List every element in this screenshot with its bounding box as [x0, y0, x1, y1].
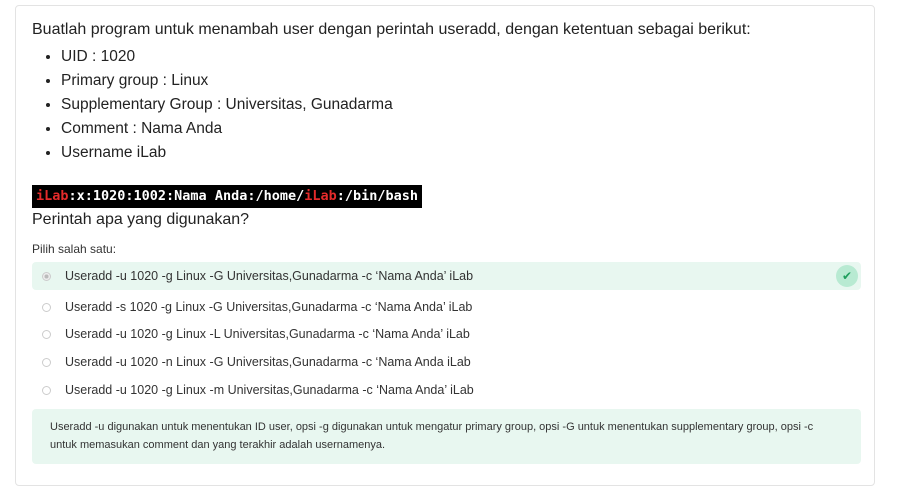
choice-option-2[interactable]: Useradd -s 1020 -g Linux -G Universitas,…: [32, 293, 861, 321]
choice-option-1[interactable]: Useradd -u 1020 -g Linux -G Universitas,…: [32, 262, 861, 290]
choice-text: Useradd -u 1020 -g Linux -m Universitas,…: [65, 383, 474, 397]
choice-text: Useradd -u 1020 -n Linux -G Universitas,…: [65, 355, 471, 369]
code-username: iLab: [36, 188, 69, 204]
choice-text: Useradd -u 1020 -g Linux -L Universitas,…: [65, 327, 470, 341]
radio-button[interactable]: [42, 302, 51, 312]
requirement-item: Username iLab: [61, 141, 393, 165]
choice-text: Useradd -s 1020 -g Linux -G Universitas,…: [65, 300, 473, 314]
code-username: iLab: [304, 188, 337, 204]
feedback-box: Useradd -u digunakan untuk menentukan ID…: [32, 409, 861, 464]
requirement-item: Primary group : Linux: [61, 69, 393, 93]
requirement-item: Comment : Nama Anda: [61, 117, 393, 141]
choice-option-4[interactable]: Useradd -u 1020 -n Linux -G Universitas,…: [32, 348, 861, 376]
requirement-item: Supplementary Group : Universitas, Gunad…: [61, 93, 393, 117]
question-intro: Buatlah program untuk menambah user deng…: [32, 21, 751, 38]
code-text: :x:1020:1002:Nama Anda:/home/: [68, 188, 305, 204]
question-prompt: Perintah apa yang digunakan?: [32, 211, 250, 228]
requirement-item: UID : 1020: [61, 45, 393, 69]
radio-button[interactable]: [42, 329, 51, 339]
choice-text: Useradd -u 1020 -g Linux -G Universitas,…: [65, 269, 474, 283]
choices-label: Pilih salah satu:: [32, 242, 117, 256]
requirements-list: UID : 1020 Primary group : Linux Supplem…: [32, 45, 393, 165]
question-card: Buatlah program untuk menambah user deng…: [15, 5, 875, 486]
passwd-code-snippet: iLab:x:1020:1002:Nama Anda:/home/iLab:/b…: [32, 185, 423, 208]
radio-button[interactable]: [42, 357, 51, 367]
radio-button[interactable]: [42, 385, 51, 395]
check-icon: ✔: [836, 265, 858, 287]
choice-option-5[interactable]: Useradd -u 1020 -g Linux -m Universitas,…: [32, 376, 861, 404]
choice-option-3[interactable]: Useradd -u 1020 -g Linux -L Universitas,…: [32, 320, 861, 348]
code-text: :/bin/bash: [336, 188, 419, 204]
radio-button[interactable]: [42, 271, 51, 281]
